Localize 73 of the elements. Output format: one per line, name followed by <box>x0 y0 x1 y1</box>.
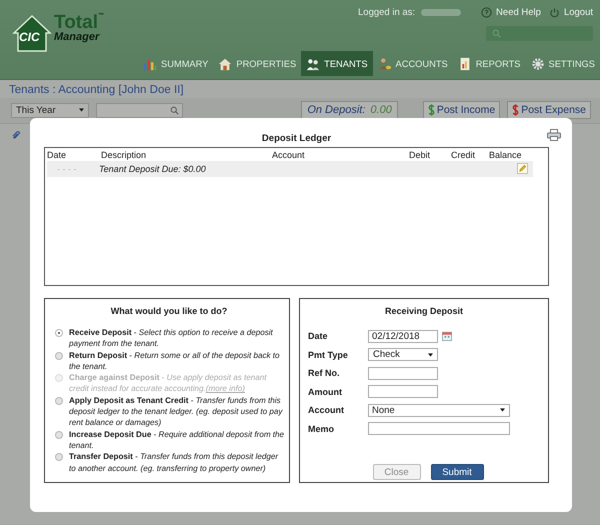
field-label: Account <box>308 405 345 416</box>
panel-title: What would you like to do? <box>110 305 228 318</box>
close-button[interactable]: Close <box>372 464 420 480</box>
on-deposit-value: 0.00 <box>370 104 392 116</box>
logged-in-label: Logged in as: <box>358 7 416 18</box>
field-label: Date <box>308 331 329 342</box>
search-icon <box>492 29 501 38</box>
dialog-title: Deposit Ledger <box>262 133 332 144</box>
nav-tab[interactable]: SETTINGS <box>526 51 600 76</box>
option-text: Return Deposit - Return some or all of the deposit back to the tenant. <box>69 350 281 372</box>
column-header: Account <box>272 150 306 160</box>
dropdown-field[interactable]: None <box>368 404 510 417</box>
panel-title: Receiving Deposit <box>384 305 464 318</box>
logo-drawing: CIC Total$^{™}$ Manager <box>12 13 112 53</box>
people-icon <box>306 56 320 70</box>
option-text: Transfer Deposit - Transfer funds from this deposit ledger to another account. (eg. transferring to property owner) <box>69 451 280 474</box>
option-text: Receive Deposit - Select this option to receive a deposit payment from the tenant. <box>69 327 274 350</box>
field-label: Ref No. <box>308 368 340 378</box>
search-icon <box>170 106 179 114</box>
help-icon <box>481 7 492 18</box>
description-cell-text: Tenant Deposit Due: $0.00 <box>99 164 207 174</box>
input-field[interactable] <box>368 366 438 380</box>
blurred-username <box>421 9 462 16</box>
column-header: Date <box>46 150 68 160</box>
nav-tab[interactable]: TENANTS <box>301 51 373 76</box>
caret-icon <box>500 408 505 412</box>
power-icon <box>548 7 560 18</box>
logout-link[interactable]: Logout <box>548 7 593 18</box>
radio-button[interactable] <box>55 430 63 439</box>
search-field[interactable] <box>96 102 183 118</box>
caret-icon <box>79 108 84 112</box>
bar-chart-icon <box>143 56 158 70</box>
input-field[interactable] <box>368 385 438 398</box>
nav-tab[interactable]: ACCOUNTS <box>372 51 453 76</box>
nav-tab[interactable]: REPORTS <box>452 51 526 76</box>
radio-button[interactable] <box>55 352 63 360</box>
option-text: Apply Deposit as Tenant Credit - Transfer funds from this deposit ledger to the tenant ledger. (eg. deposit used to pay rent balance or damages) <box>69 394 284 429</box>
column-header: Credit <box>451 150 476 160</box>
nav-tab[interactable]: SUMMARY <box>138 51 214 76</box>
house-icon <box>218 56 232 70</box>
field-label: Pmt Type <box>308 350 349 360</box>
date-field[interactable]: 02/12/2018 <box>368 330 438 343</box>
report-icon <box>458 56 472 70</box>
pencil-icon[interactable] <box>517 163 528 174</box>
person-coins-icon <box>378 56 392 70</box>
print-icon[interactable] <box>547 129 561 141</box>
column-header: Balance <box>489 150 523 160</box>
dropdown-field[interactable]: Check <box>368 348 438 362</box>
nav-tab[interactable]: PROPERTIES <box>213 51 302 76</box>
column-header: Description <box>101 150 148 160</box>
on-deposit-label: On Deposit: <box>307 104 366 116</box>
help-link[interactable]: Need Help <box>481 7 541 18</box>
calendar-icon[interactable] <box>442 331 452 342</box>
post-income-button[interactable]: Post Income <box>422 101 500 119</box>
input-field[interactable] <box>368 422 510 436</box>
radio-button[interactable] <box>55 329 63 337</box>
post-expense-button[interactable]: Post Expense <box>507 101 591 119</box>
option-text: Charge against Deposit - Use apply deposit as tenant credit instead for accurate accounting.(more info) <box>69 372 268 395</box>
column-header: Debit <box>409 150 432 160</box>
field-label: Memo <box>308 424 336 434</box>
dollar-icon <box>428 104 435 116</box>
radio-button[interactable] <box>55 396 63 405</box>
radio-button[interactable] <box>55 453 63 462</box>
field-label: Amount <box>308 386 343 397</box>
submit-button[interactable]: Submit <box>430 464 484 480</box>
dollar-icon <box>512 104 520 116</box>
paperclip-icon <box>11 130 21 140</box>
gear-icon <box>530 56 544 70</box>
period-select[interactable]: This Year <box>11 102 89 118</box>
date-cell-text: - - - - <box>56 164 78 174</box>
option-text: Increase Deposit Due - Require additional deposit from the tenant. <box>69 428 285 452</box>
search-field[interactable] <box>486 26 593 41</box>
caret-icon <box>428 352 433 357</box>
